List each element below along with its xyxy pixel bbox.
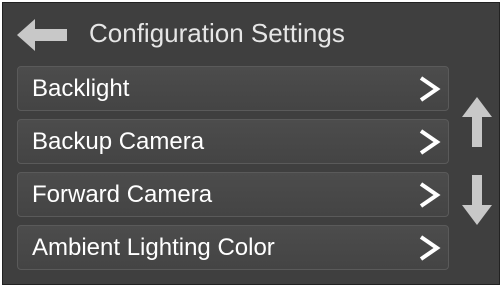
chevron-right-icon (419, 129, 441, 155)
chevron-right-icon (419, 76, 441, 102)
chevron-right-icon (419, 235, 441, 261)
up-arrow-icon (462, 97, 492, 147)
menu-item-label: Backup Camera (32, 128, 205, 155)
settings-screen: Configuration Settings Backlight Backup … (2, 2, 500, 285)
menu-item-label: Forward Camera (32, 181, 213, 208)
header: Configuration Settings (3, 3, 499, 61)
chevron-right-icon (419, 182, 441, 208)
scroll-up-button[interactable] (461, 95, 493, 149)
scroll-down-button[interactable] (461, 173, 493, 227)
menu-item-forward-camera[interactable]: Forward Camera (17, 172, 449, 217)
menu-item-backlight[interactable]: Backlight (17, 66, 449, 111)
settings-menu: Backlight Backup Camera Forward Camera A… (17, 66, 449, 278)
menu-item-backup-camera[interactable]: Backup Camera (17, 119, 449, 164)
back-button[interactable] (15, 17, 71, 53)
menu-item-label: Backlight (32, 75, 130, 102)
left-arrow-icon (17, 19, 67, 51)
menu-item-ambient-lighting-color[interactable]: Ambient Lighting Color (17, 225, 449, 270)
down-arrow-icon (462, 175, 492, 225)
menu-item-label: Ambient Lighting Color (32, 234, 275, 261)
page-title: Configuration Settings (89, 18, 345, 48)
